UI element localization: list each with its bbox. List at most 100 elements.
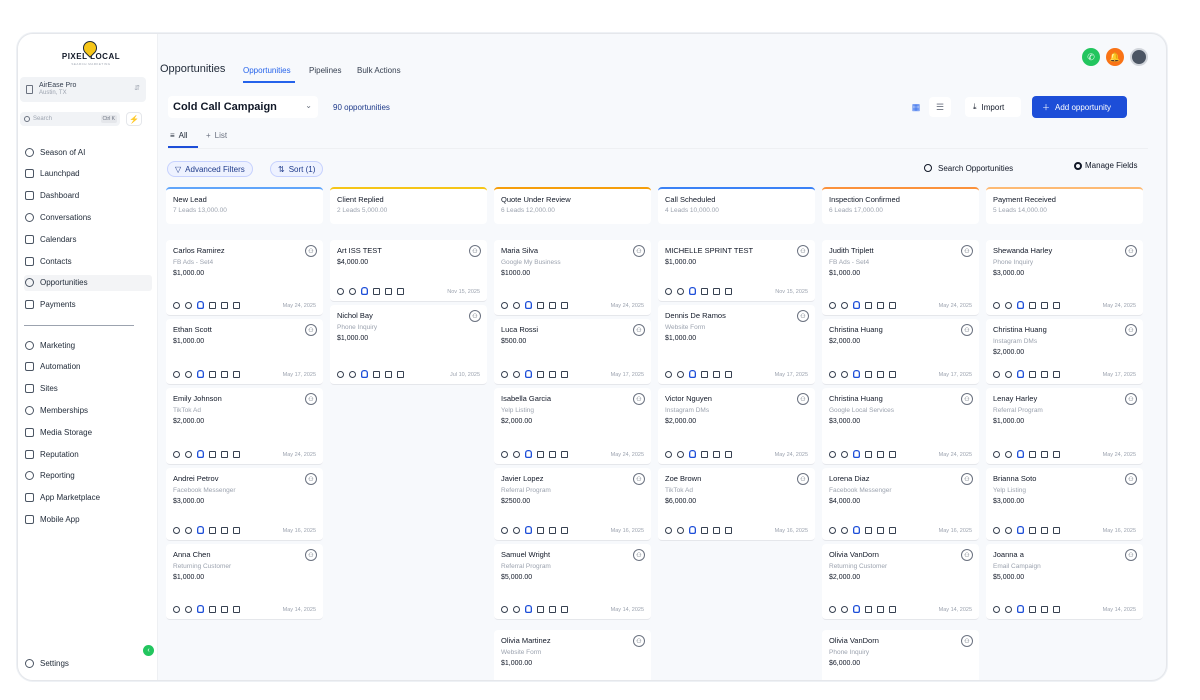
calendar-icon[interactable] bbox=[889, 450, 896, 458]
task-icon[interactable] bbox=[1041, 370, 1048, 378]
column-header[interactable]: Inspection Confirmed 6 Leads 17,000.00 bbox=[822, 187, 979, 224]
calendar-icon[interactable] bbox=[397, 287, 404, 295]
sidebar-item-memberships[interactable]: Memberships bbox=[24, 402, 152, 418]
hand-icon[interactable] bbox=[853, 370, 860, 378]
opportunity-card[interactable]: Brianna Soto Yelp Listing $3,000.00 ⚇ May 16… bbox=[986, 468, 1143, 541]
document-icon[interactable] bbox=[1029, 450, 1036, 458]
avatar[interactable] bbox=[1130, 48, 1148, 66]
collapse-sidebar-button[interactable]: ‹ bbox=[143, 645, 154, 656]
task-icon[interactable] bbox=[1041, 450, 1048, 458]
task-icon[interactable] bbox=[877, 370, 884, 378]
assign-user-icon[interactable]: ⚇ bbox=[633, 245, 645, 257]
phone-icon[interactable] bbox=[829, 450, 836, 458]
message-icon[interactable] bbox=[841, 370, 848, 378]
document-icon[interactable] bbox=[537, 301, 544, 309]
document-icon[interactable] bbox=[373, 287, 380, 295]
assign-user-icon[interactable]: ⚇ bbox=[305, 473, 317, 485]
view-tab-all[interactable]: ≡ All bbox=[170, 131, 188, 140]
sidebar-item-payments[interactable]: Payments bbox=[24, 297, 152, 313]
opportunity-card[interactable]: Zoe Brown TikTok Ad $6,000.00 ⚇ May 16, 2025 bbox=[658, 468, 815, 541]
phone-icon[interactable] bbox=[173, 301, 180, 309]
tab-bulk-actions[interactable]: Bulk Actions bbox=[357, 66, 401, 75]
document-icon[interactable] bbox=[209, 605, 216, 613]
message-icon[interactable] bbox=[513, 370, 520, 378]
hand-icon[interactable] bbox=[1017, 605, 1024, 613]
document-icon[interactable] bbox=[537, 370, 544, 378]
assign-user-icon[interactable]: ⚇ bbox=[1125, 393, 1137, 405]
sidebar-item-conversations[interactable]: Conversations bbox=[24, 209, 152, 225]
opportunity-card[interactable]: Carlos Ramirez FB Ads - Set4 $1,000.00 ⚇ May… bbox=[166, 240, 323, 316]
message-icon[interactable] bbox=[677, 287, 684, 295]
document-icon[interactable] bbox=[865, 605, 872, 613]
opportunity-card[interactable]: Lorena Diaz Facebook Messenger $4,000.00 ⚇ M… bbox=[822, 468, 979, 541]
assign-user-icon[interactable]: ⚇ bbox=[305, 324, 317, 336]
message-icon[interactable] bbox=[185, 526, 192, 534]
sidebar-item-marketing[interactable]: Marketing bbox=[24, 337, 152, 353]
hand-icon[interactable] bbox=[853, 450, 860, 458]
calendar-icon[interactable] bbox=[233, 370, 240, 378]
assign-user-icon[interactable]: ⚇ bbox=[633, 549, 645, 561]
sidebar-item-settings[interactable]: Settings bbox=[24, 655, 152, 671]
task-icon[interactable] bbox=[1041, 605, 1048, 613]
message-icon[interactable] bbox=[841, 301, 848, 309]
hand-icon[interactable] bbox=[853, 605, 860, 613]
hand-icon[interactable] bbox=[197, 370, 204, 378]
phone-icon[interactable] bbox=[665, 370, 672, 378]
assign-user-icon[interactable]: ⚇ bbox=[469, 245, 481, 257]
message-icon[interactable] bbox=[513, 301, 520, 309]
phone-icon[interactable] bbox=[993, 370, 1000, 378]
calendar-icon[interactable] bbox=[561, 370, 568, 378]
phone-icon[interactable] bbox=[337, 287, 344, 295]
hand-icon[interactable] bbox=[525, 301, 532, 309]
phone-icon[interactable] bbox=[501, 526, 508, 534]
opportunity-card[interactable]: Joanna a Email Campaign $5,000.00 ⚇ May 14, … bbox=[986, 544, 1143, 620]
calendar-icon[interactable] bbox=[561, 301, 568, 309]
task-icon[interactable] bbox=[1041, 526, 1048, 534]
assign-user-icon[interactable]: ⚇ bbox=[633, 635, 645, 647]
task-icon[interactable] bbox=[877, 301, 884, 309]
message-icon[interactable] bbox=[1005, 450, 1012, 458]
calendar-icon[interactable] bbox=[233, 526, 240, 534]
manage-fields-button[interactable]: Manage Fields bbox=[1074, 161, 1137, 170]
phone-icon[interactable] bbox=[665, 526, 672, 534]
phone-icon[interactable] bbox=[993, 605, 1000, 613]
phone-icon[interactable] bbox=[829, 605, 836, 613]
calendar-icon[interactable] bbox=[1053, 526, 1060, 534]
document-icon[interactable] bbox=[701, 370, 708, 378]
calendar-icon[interactable] bbox=[889, 526, 896, 534]
opportunity-card[interactable]: Andrei Petrov Facebook Messenger $3,000.00… bbox=[166, 468, 323, 541]
add-opportunity-button[interactable]: ＋ Add opportunity bbox=[1032, 96, 1127, 118]
sidebar-item-contacts[interactable]: Contacts bbox=[24, 253, 152, 269]
message-icon[interactable] bbox=[841, 605, 848, 613]
document-icon[interactable] bbox=[537, 526, 544, 534]
message-icon[interactable] bbox=[513, 605, 520, 613]
list-view-button[interactable]: ☰ bbox=[929, 97, 951, 117]
calendar-icon[interactable] bbox=[725, 526, 732, 534]
message-icon[interactable] bbox=[1005, 605, 1012, 613]
hand-icon[interactable] bbox=[1017, 370, 1024, 378]
task-icon[interactable] bbox=[549, 450, 556, 458]
document-icon[interactable] bbox=[537, 450, 544, 458]
column-header[interactable]: Payment Received 5 Leads 14,000.00 bbox=[986, 187, 1143, 224]
phone-icon[interactable] bbox=[993, 526, 1000, 534]
calendar-icon[interactable] bbox=[561, 526, 568, 534]
calendar-icon[interactable] bbox=[889, 370, 896, 378]
hand-icon[interactable] bbox=[197, 301, 204, 309]
message-icon[interactable] bbox=[349, 370, 356, 378]
task-icon[interactable] bbox=[221, 526, 228, 534]
phone-icon[interactable] bbox=[173, 526, 180, 534]
sidebar-item-launchpad[interactable]: Launchpad bbox=[24, 166, 152, 182]
opportunity-card[interactable]: Judith Triplett FB Ads - Set4 $1,000.00 ⚇ Ma… bbox=[822, 240, 979, 316]
document-icon[interactable] bbox=[1029, 526, 1036, 534]
calendar-icon[interactable] bbox=[1053, 605, 1060, 613]
task-icon[interactable] bbox=[549, 370, 556, 378]
calendar-icon[interactable] bbox=[1053, 301, 1060, 309]
opportunity-card[interactable]: Lenay Harley Referral Program $1,000.00 ⚇ Ma… bbox=[986, 388, 1143, 465]
document-icon[interactable] bbox=[1029, 605, 1036, 613]
message-icon[interactable] bbox=[677, 526, 684, 534]
phone-icon[interactable] bbox=[501, 301, 508, 309]
column-header[interactable]: Client Replied 2 Leads 5,000.00 bbox=[330, 187, 487, 224]
calendar-icon[interactable] bbox=[725, 370, 732, 378]
calendar-icon[interactable] bbox=[561, 605, 568, 613]
message-icon[interactable] bbox=[1005, 370, 1012, 378]
